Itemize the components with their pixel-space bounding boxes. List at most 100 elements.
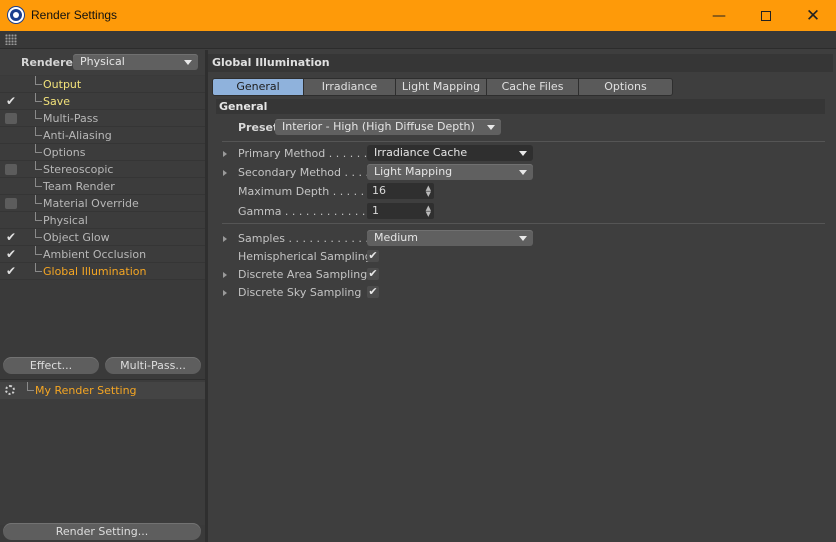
tab-light-mapping[interactable]: Light Mapping: [396, 79, 487, 95]
tree-connector: [35, 161, 42, 170]
tree-connector: [35, 212, 42, 221]
render-setting-name: My Render Setting: [35, 384, 137, 397]
tree-item-global-illumination[interactable]: ✔ Global Illumination: [0, 263, 205, 280]
tree-item-physical[interactable]: Physical: [0, 212, 205, 229]
spinner-arrows-icon[interactable]: ▲ ▼: [426, 185, 431, 198]
check-icon: ✔: [368, 249, 378, 262]
tree-item-multi-pass[interactable]: Multi-Pass: [0, 110, 205, 127]
close-button[interactable]: ✕: [790, 0, 836, 31]
gamma-value: 1: [372, 204, 379, 217]
hemispherical-sampling-label: Hemispherical Sampling: [238, 250, 372, 263]
tree-item-options[interactable]: Options: [0, 144, 205, 161]
tree-item-label: Team Render: [43, 180, 115, 193]
preset-dropdown[interactable]: Interior - High (High Diffuse Depth): [275, 119, 501, 135]
effect-button[interactable]: Effect...: [3, 357, 99, 374]
expand-arrow-icon[interactable]: [223, 170, 227, 176]
tree-item-label: Global Illumination: [43, 265, 147, 278]
chevron-down-icon: [184, 60, 192, 65]
tree-item-label: Anti-Aliasing: [43, 129, 112, 142]
tree-item-output[interactable]: Output: [0, 76, 205, 93]
multipass-button[interactable]: Multi-Pass...: [105, 357, 201, 374]
gamma-label: Gamma . . . . . . . . . . . . .: [238, 205, 373, 218]
renderer-row: Renderer Physical: [0, 50, 205, 75]
maximize-icon: [761, 10, 771, 21]
maximum-depth-label: Maximum Depth . . . . . .: [238, 185, 372, 198]
tree-connector: [35, 127, 42, 136]
divider-line: [222, 141, 825, 142]
chevron-down-icon: [519, 236, 527, 241]
renderer-value: Physical: [80, 55, 125, 68]
gamma-input[interactable]: 1 ▲ ▼: [367, 203, 434, 219]
expand-arrow-icon[interactable]: [223, 151, 227, 157]
tree-connector: [35, 144, 42, 153]
tab-cache-files[interactable]: Cache Files: [487, 79, 579, 95]
tab-options[interactable]: Options: [579, 79, 672, 95]
render-settings-tree: Output ✔ Save Multi-Pass Anti-Aliasing Option…: [0, 76, 205, 280]
checked-checkbox-icon[interactable]: ✔: [5, 95, 17, 107]
render-setting-list: My Render Setting: [0, 379, 205, 525]
expand-arrow-icon[interactable]: [223, 290, 227, 296]
tree-item-anti-aliasing[interactable]: Anti-Aliasing: [0, 127, 205, 144]
checked-checkbox-icon[interactable]: ✔: [5, 265, 17, 277]
discrete-sky-sampling-checkbox[interactable]: ✔: [367, 286, 379, 298]
toolbar-strip: [0, 31, 836, 49]
unchecked-checkbox-icon[interactable]: [5, 164, 17, 175]
tree-item-stereoscopic[interactable]: Stereoscopic: [0, 161, 205, 178]
checked-checkbox-icon[interactable]: ✔: [5, 231, 17, 243]
render-setting-button[interactable]: Render Setting...: [3, 523, 201, 540]
tree-item-label: Physical: [43, 214, 88, 227]
discrete-sky-sampling-label: Discrete Sky Sampling: [238, 286, 362, 299]
samples-dropdown[interactable]: Medium: [367, 230, 533, 246]
cinema4d-app-icon: [8, 7, 24, 23]
tree-connector: [35, 246, 42, 255]
chevron-down-icon: [487, 125, 495, 130]
tree-item-label: Ambient Occlusion: [43, 248, 147, 261]
secondary-method-value: Light Mapping: [374, 165, 453, 178]
primary-method-dropdown[interactable]: Irradiance Cache: [367, 145, 533, 161]
hemispherical-sampling-checkbox[interactable]: ✔: [367, 250, 379, 262]
tree-item-label: Object Glow: [43, 231, 110, 244]
list-item-render-setting[interactable]: My Render Setting: [0, 382, 205, 399]
tree-item-label: Save: [43, 95, 71, 108]
tree-item-team-render[interactable]: Team Render: [0, 178, 205, 195]
check-icon: ✔: [368, 267, 378, 280]
title-bar: Render Settings — ✕: [0, 0, 836, 31]
close-icon: ✕: [805, 5, 821, 26]
tab-bar: General Irradiance Cache Light Mapping C…: [212, 78, 673, 96]
tree-connector: [35, 76, 42, 85]
tree-connector: [35, 93, 42, 102]
grip-icon[interactable]: [5, 34, 17, 45]
minimize-button[interactable]: —: [696, 0, 742, 31]
tree-item-save[interactable]: ✔ Save: [0, 93, 205, 110]
secondary-method-dropdown[interactable]: Light Mapping: [367, 164, 533, 180]
left-panel: Renderer Physical Output ✔ Save Multi-Pass A…: [0, 50, 205, 542]
tree-item-ambient-occlusion[interactable]: ✔ Ambient Occlusion: [0, 246, 205, 263]
check-icon: ✔: [368, 285, 378, 298]
maximize-button[interactable]: [743, 0, 789, 31]
tab-general[interactable]: General: [213, 79, 304, 95]
discrete-area-sampling-checkbox[interactable]: ✔: [367, 268, 379, 280]
tree-connector: [35, 263, 42, 272]
samples-label: Samples . . . . . . . . . . . .: [238, 232, 369, 245]
secondary-method-label: Secondary Method . . . .: [238, 166, 369, 179]
window-title: Render Settings: [31, 8, 118, 22]
maximum-depth-value: 16: [372, 184, 386, 197]
renderer-dropdown[interactable]: Physical: [73, 54, 198, 70]
tree-connector: [35, 195, 42, 204]
unchecked-checkbox-icon[interactable]: [5, 113, 17, 124]
tree-item-material-override[interactable]: Material Override: [0, 195, 205, 212]
preset-label: Preset: [238, 121, 279, 134]
spinner-arrows-icon[interactable]: ▲ ▼: [426, 205, 431, 218]
maximum-depth-input[interactable]: 16 ▲ ▼: [367, 183, 434, 199]
tree-connector: [35, 178, 42, 187]
unchecked-checkbox-icon[interactable]: [5, 198, 17, 209]
primary-method-value: Irradiance Cache: [374, 146, 468, 159]
right-panel: Global Illumination General Irradiance C…: [208, 50, 836, 542]
expand-arrow-icon[interactable]: [223, 272, 227, 278]
expand-arrow-icon[interactable]: [223, 236, 227, 242]
tree-item-object-glow[interactable]: ✔ Object Glow: [0, 229, 205, 246]
tab-irradiance-cache[interactable]: Irradiance Cache: [304, 79, 396, 95]
tree-connector: [35, 110, 42, 119]
checked-checkbox-icon[interactable]: ✔: [5, 248, 17, 260]
tree-item-label: Multi-Pass: [43, 112, 99, 125]
